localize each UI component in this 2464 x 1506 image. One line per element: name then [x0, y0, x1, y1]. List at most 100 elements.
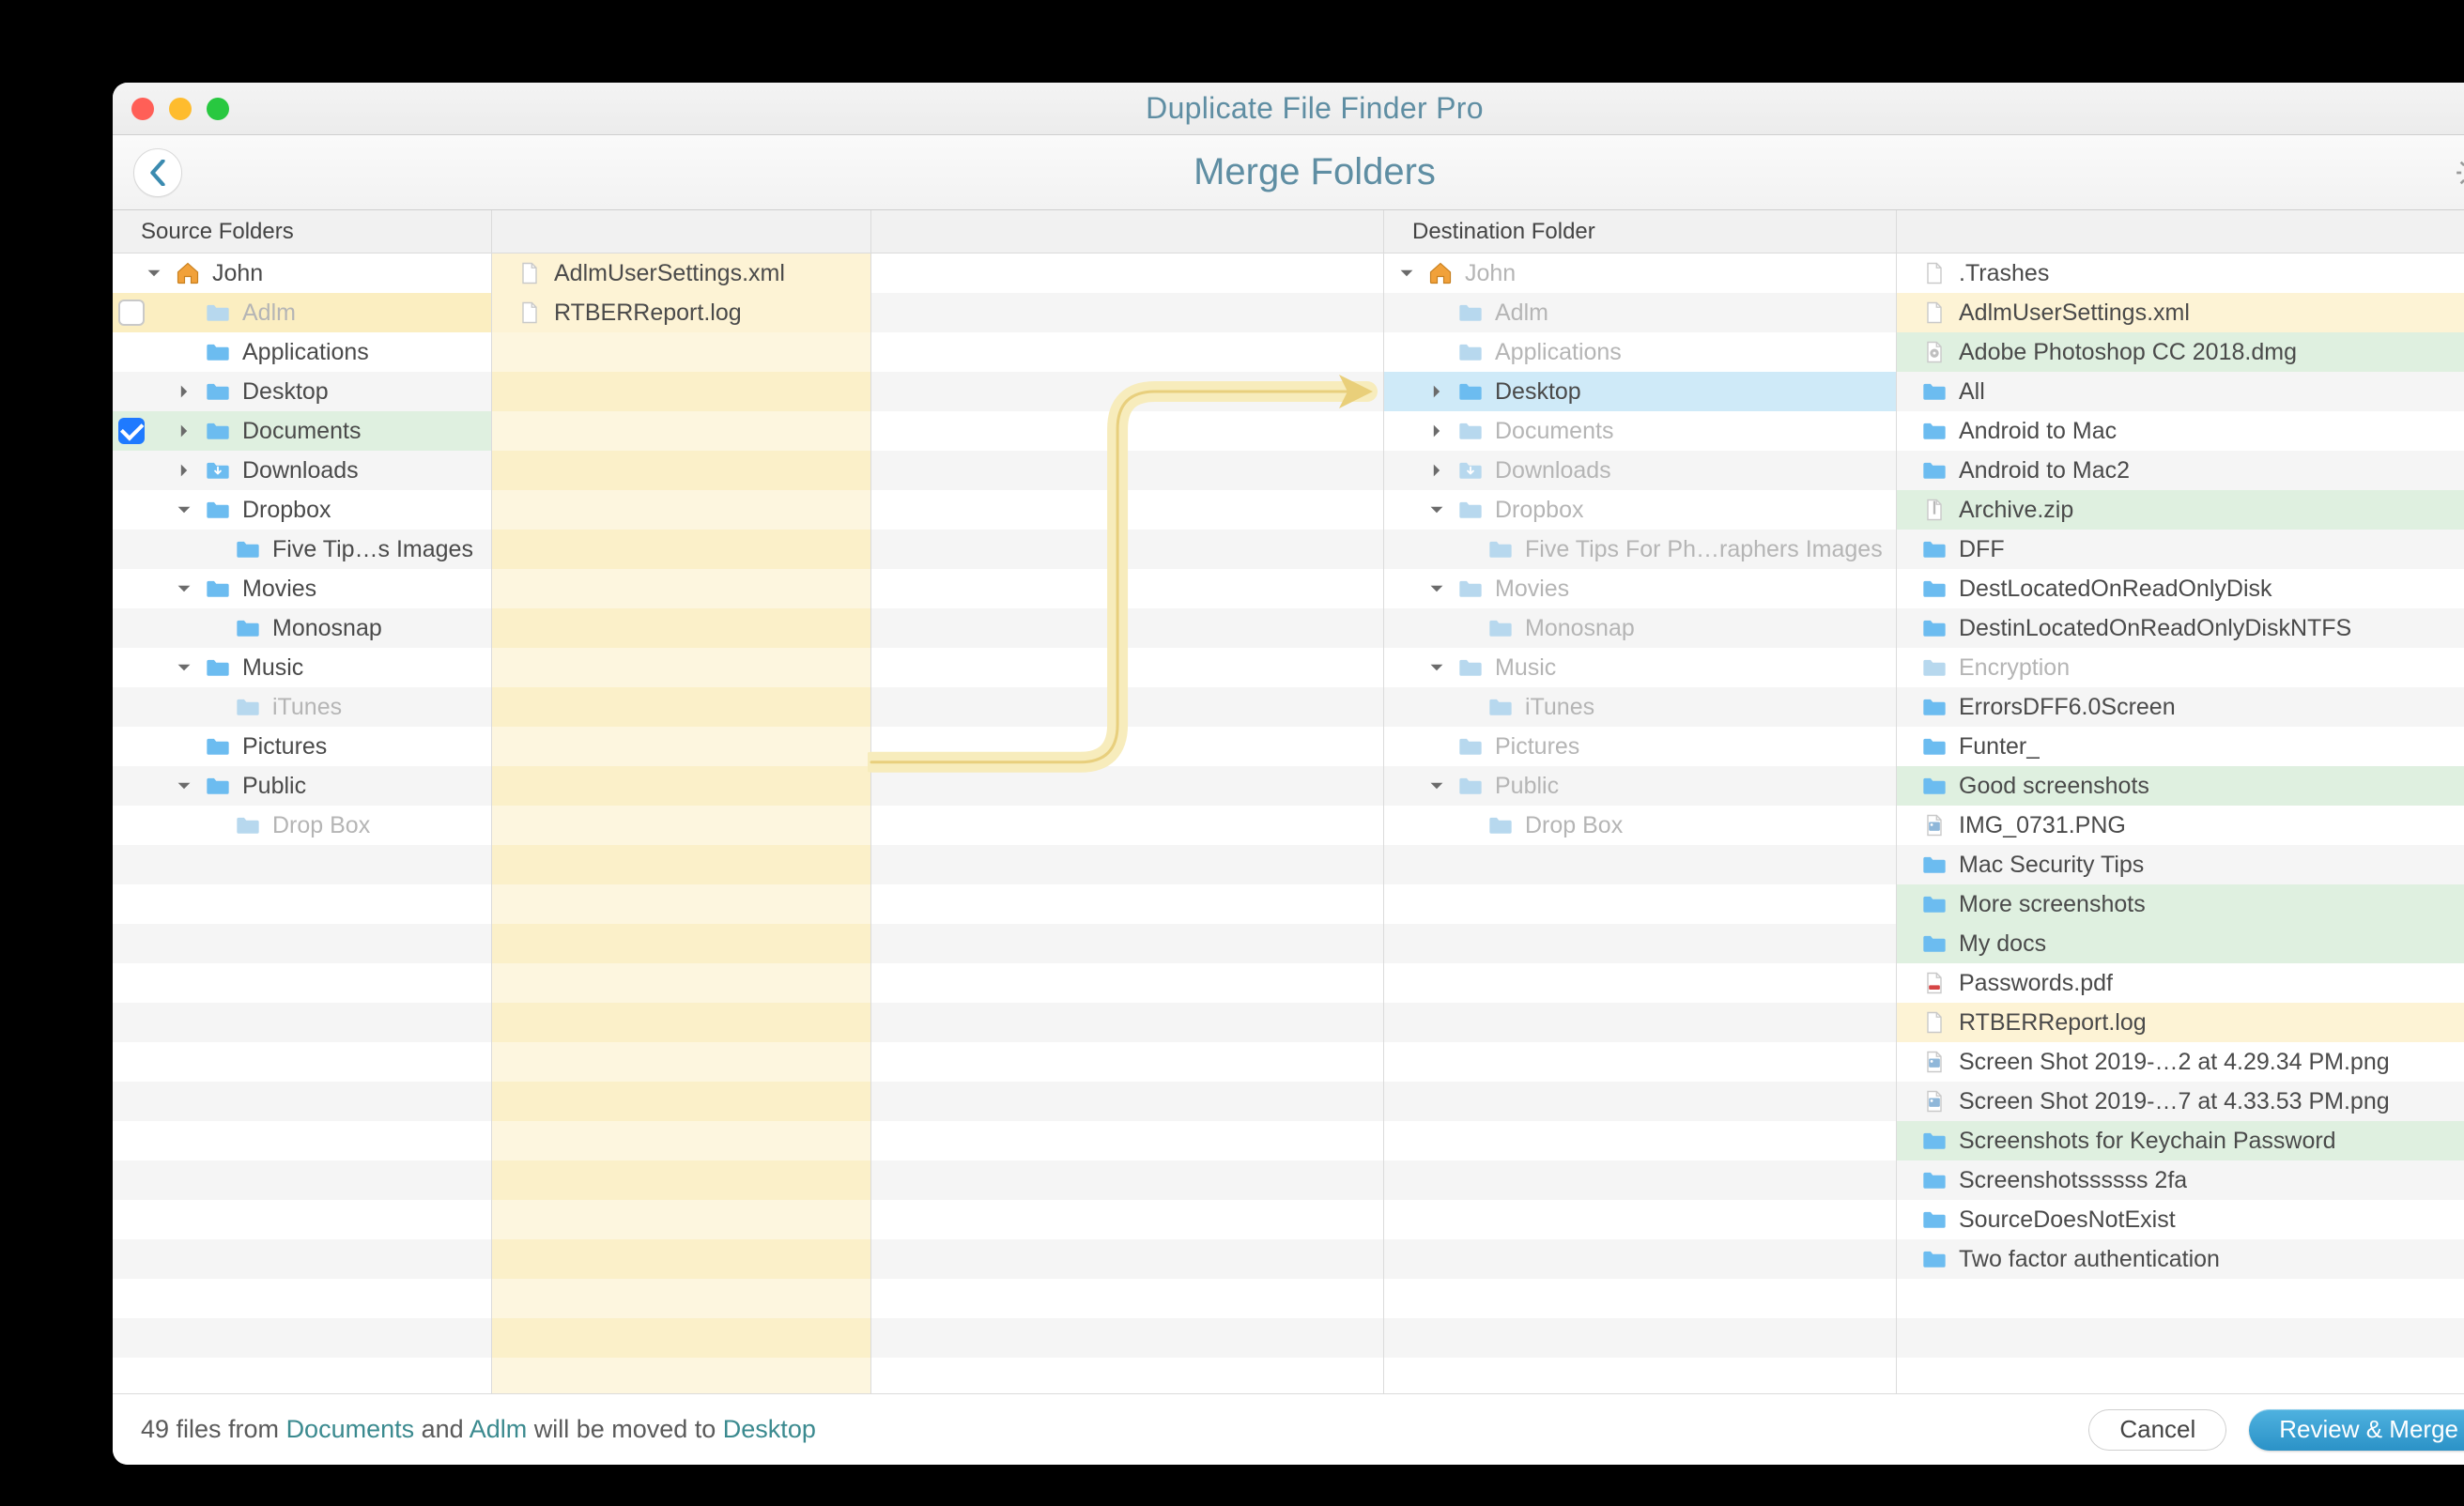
disclosure-triangle[interactable]: [1427, 463, 1446, 478]
file-row[interactable]: RTBERReport.log: [492, 293, 870, 332]
file-row[interactable]: DFF: [1897, 530, 2464, 569]
tree-row[interactable]: Pictures: [1384, 727, 1896, 766]
disclosure-triangle[interactable]: [1397, 266, 1416, 281]
tree-row[interactable]: Applications: [113, 332, 491, 372]
tree-row[interactable]: Dropbox: [113, 490, 491, 530]
file-row[interactable]: Adobe Photoshop CC 2018.dmg: [1897, 332, 2464, 372]
tree-row[interactable]: Applications: [1384, 332, 1896, 372]
tree-row[interactable]: Documents: [113, 411, 491, 451]
row-checkbox[interactable]: [118, 300, 145, 326]
tree-row[interactable]: Music: [113, 648, 491, 687]
file-row[interactable]: Screenshots for Keychain Password: [1897, 1121, 2464, 1160]
folder-icon: [1457, 733, 1484, 760]
tree-row[interactable]: Music: [1384, 648, 1896, 687]
tree-row[interactable]: Public: [113, 766, 491, 806]
tree-row[interactable]: John: [113, 254, 491, 293]
file-row[interactable]: Android to Mac: [1897, 411, 2464, 451]
folder-icon: [205, 418, 231, 444]
tree-row[interactable]: Adlm: [113, 293, 491, 332]
file-row[interactable]: Android to Mac2: [1897, 451, 2464, 490]
file-row[interactable]: SourceDoesNotExist: [1897, 1200, 2464, 1239]
zoom-window-button[interactable]: [207, 98, 229, 120]
row-label: RTBERReport.log: [554, 300, 742, 327]
status-link-source2[interactable]: Adlm: [470, 1415, 528, 1443]
close-window-button[interactable]: [131, 98, 154, 120]
source-files-column[interactable]: AdlmUserSettings.xml RTBERReport.log: [492, 254, 871, 1393]
file-row[interactable]: AdlmUserSettings.xml: [1897, 293, 2464, 332]
tree-row[interactable]: Desktop: [113, 372, 491, 411]
folder-icon: [1921, 615, 1948, 641]
disclosure-triangle[interactable]: [175, 502, 193, 517]
tree-row[interactable]: Movies: [113, 569, 491, 608]
tree-row[interactable]: Drop Box: [1384, 806, 1896, 845]
file-row[interactable]: RTBERReport.log: [1897, 1003, 2464, 1042]
disclosure-triangle[interactable]: [1427, 778, 1446, 793]
tree-row[interactable]: Adlm: [1384, 293, 1896, 332]
disclosure-triangle[interactable]: [175, 778, 193, 793]
file-row[interactable]: Two factor authentication: [1897, 1239, 2464, 1279]
file-row[interactable]: Screenshotssssss 2fa: [1897, 1160, 2464, 1200]
home-icon: [175, 260, 201, 286]
file-row[interactable]: Screen Shot 2019-…7 at 4.33.53 PM.png: [1897, 1082, 2464, 1121]
minimize-window-button[interactable]: [169, 98, 192, 120]
file-row[interactable]: ErrorsDFF6.0Screen: [1897, 687, 2464, 727]
tree-row[interactable]: Documents: [1384, 411, 1896, 451]
tree-row[interactable]: Dropbox: [1384, 490, 1896, 530]
back-button[interactable]: [133, 148, 182, 197]
disclosure-triangle[interactable]: [175, 581, 193, 596]
file-row[interactable]: More screenshots: [1897, 884, 2464, 924]
file-row[interactable]: DestinLocatedOnReadOnlyDiskNTFS: [1897, 608, 2464, 648]
disclosure-triangle[interactable]: [175, 660, 193, 675]
tree-row[interactable]: Downloads: [113, 451, 491, 490]
row-label: Adobe Photoshop CC 2018.dmg: [1959, 339, 2297, 366]
file-row[interactable]: IMG_0731.PNG: [1897, 806, 2464, 845]
file-row[interactable]: Mac Security Tips: [1897, 845, 2464, 884]
header-destination-files: [1897, 210, 2464, 253]
disclosure-triangle[interactable]: [175, 423, 193, 438]
review-merge-button[interactable]: Review & Merge: [2249, 1409, 2464, 1451]
status-link-dest[interactable]: Desktop: [723, 1415, 816, 1443]
disclosure-triangle[interactable]: [1427, 502, 1446, 517]
tree-row[interactable]: Pictures: [113, 727, 491, 766]
tree-row[interactable]: John: [1384, 254, 1896, 293]
disclosure-triangle[interactable]: [1427, 384, 1446, 399]
tree-row[interactable]: Monosnap: [1384, 608, 1896, 648]
file-row[interactable]: Screen Shot 2019-…2 at 4.29.34 PM.png: [1897, 1042, 2464, 1082]
file-row[interactable]: Funter_: [1897, 727, 2464, 766]
file-row[interactable]: .Trashes: [1897, 254, 2464, 293]
disclosure-triangle[interactable]: [1427, 423, 1446, 438]
cancel-button[interactable]: Cancel: [2088, 1409, 2226, 1451]
destination-files-column[interactable]: .TrashesAdlmUserSettings.xml Adobe Photos…: [1897, 254, 2464, 1393]
file-row[interactable]: Archive.zip: [1897, 490, 2464, 530]
source-tree-column[interactable]: JohnAdlmApplicationsDesktop Documents Down…: [113, 254, 492, 1393]
file-row[interactable]: Encryption: [1897, 648, 2464, 687]
file-row[interactable]: AdlmUserSettings.xml: [492, 254, 870, 293]
destination-tree-column[interactable]: JohnAdlmApplicationsDesktopDocumentsDown…: [1384, 254, 1897, 1393]
tree-row[interactable]: Desktop: [1384, 372, 1896, 411]
status-link-source1[interactable]: Documents: [286, 1415, 415, 1443]
tree-row[interactable]: Monosnap: [113, 608, 491, 648]
file-row[interactable]: DestLocatedOnReadOnlyDisk: [1897, 569, 2464, 608]
tree-row[interactable]: Five Tips For Ph…raphers Images: [1384, 530, 1896, 569]
tree-row[interactable]: iTunes: [1384, 687, 1896, 727]
tree-row[interactable]: Movies: [1384, 569, 1896, 608]
file-row[interactable]: Good screenshots: [1897, 766, 2464, 806]
row-label: Pictures: [242, 733, 327, 761]
settings-button[interactable]: [2453, 154, 2464, 192]
tree-row[interactable]: Downloads: [1384, 451, 1896, 490]
disclosure-triangle[interactable]: [1427, 660, 1446, 675]
disclosure-triangle[interactable]: [145, 266, 163, 281]
disclosure-triangle[interactable]: [175, 384, 193, 399]
tree-row[interactable]: Drop Box: [113, 806, 491, 845]
tree-row[interactable]: iTunes: [113, 687, 491, 727]
tree-row[interactable]: Five Tip…s Images: [113, 530, 491, 569]
row-label: Downloads: [242, 457, 359, 484]
file-row[interactable]: Passwords.pdf: [1897, 963, 2464, 1003]
disclosure-triangle[interactable]: [1427, 581, 1446, 596]
tree-row[interactable]: Public: [1384, 766, 1896, 806]
row-label: Documents: [242, 418, 361, 445]
file-row[interactable]: My docs: [1897, 924, 2464, 963]
disclosure-triangle[interactable]: [175, 463, 193, 478]
row-checkbox[interactable]: [118, 418, 145, 444]
file-row[interactable]: All: [1897, 372, 2464, 411]
